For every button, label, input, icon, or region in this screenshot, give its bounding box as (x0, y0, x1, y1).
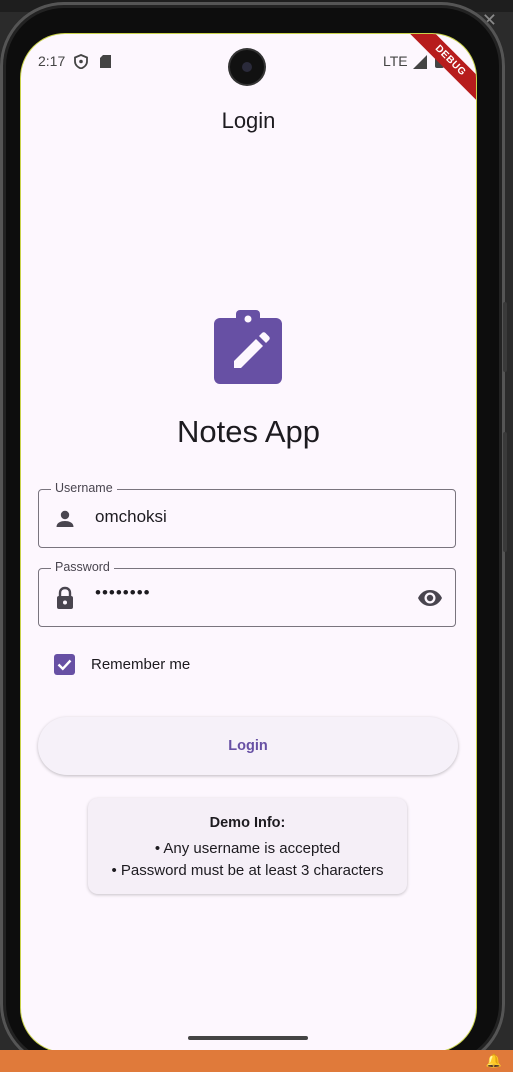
username-label: Username (51, 481, 117, 495)
notification-bell-icon[interactable]: 🔔 (485, 1053, 503, 1069)
home-indicator[interactable] (188, 1036, 308, 1040)
password-label: Password (51, 560, 114, 574)
network-type: LTE (383, 53, 408, 69)
desktop-taskbar (0, 1050, 513, 1072)
signal-icon (413, 55, 427, 69)
password-field[interactable]: Password •••••••• (38, 560, 456, 627)
eye-icon[interactable] (417, 586, 443, 610)
phone-screen: 2:17 LTE DEBUG Login Notes App Username … (21, 34, 476, 1052)
status-time: 2:17 (38, 53, 66, 69)
app-name: Notes App (176, 414, 321, 449)
password-input[interactable]: •••••••• (95, 583, 151, 603)
username-field[interactable]: Username omchoksi (38, 481, 456, 548)
remember-me-checkbox[interactable] (54, 654, 75, 675)
username-input[interactable]: omchoksi (95, 507, 167, 527)
remember-me-label[interactable]: Remember me (91, 656, 190, 673)
login-button[interactable]: Login (38, 717, 458, 775)
check-icon (57, 659, 72, 671)
page-title: Login (221, 108, 276, 133)
demo-info-line: • Any username is accepted (154, 840, 341, 857)
volume-button (503, 302, 507, 372)
power-button (503, 432, 507, 552)
demo-info-line: • Password must be at least 3 characters (111, 862, 384, 879)
phone-frame: 2:17 LTE DEBUG Login Notes App Username … (0, 2, 507, 1068)
lock-icon (57, 586, 73, 609)
sd-card-icon (100, 55, 111, 68)
demo-info-card: Demo Info: • Any username is accepted • … (88, 798, 407, 894)
demo-info-title: Demo Info: (209, 815, 286, 831)
clipboard-edit-icon (214, 310, 282, 384)
front-camera (230, 50, 264, 84)
person-icon (56, 510, 74, 527)
shield-icon (74, 54, 88, 69)
